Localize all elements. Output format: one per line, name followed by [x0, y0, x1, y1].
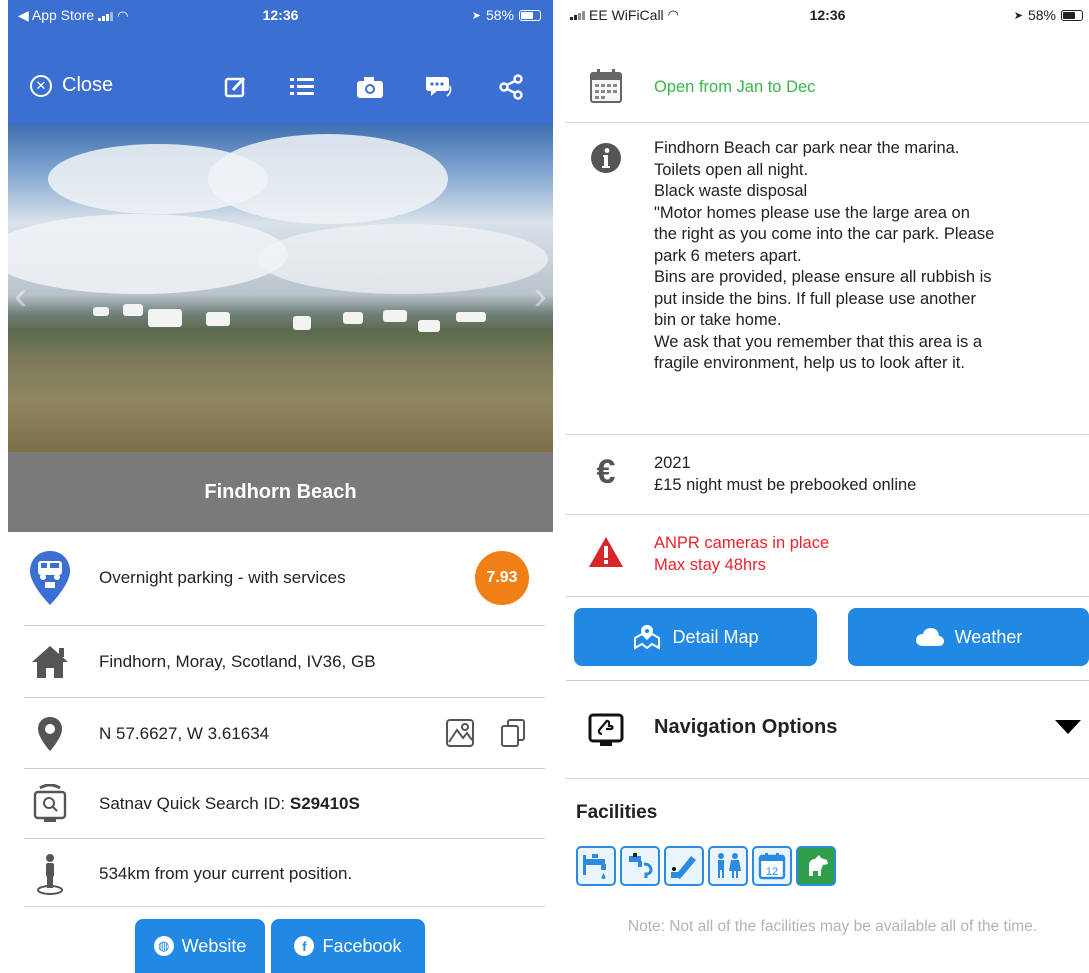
status-bar: EE WiFiCall ◠ 12:36 ➤ 58%	[566, 0, 1089, 30]
description-line: Toilets open all night.	[654, 160, 809, 179]
photo-carousel[interactable]: ‹ ›	[8, 124, 553, 452]
description-line: fragile environment, help us to look aft…	[654, 354, 965, 372]
description-line: put inside the bins. If full please use …	[654, 289, 976, 308]
location-arrow-icon: ➤	[471, 9, 481, 22]
close-button[interactable]: ✕ Close	[30, 74, 113, 97]
place-type: Overnight parking - with services	[99, 568, 346, 587]
camera-icon[interactable]	[355, 72, 385, 102]
navigation-device-icon	[584, 708, 628, 752]
map-pin-icon	[23, 712, 77, 756]
euro-icon: €	[596, 452, 616, 491]
weather-label: Weather	[954, 626, 1023, 647]
list-icon[interactable]	[287, 72, 317, 102]
description-line: "Motor homes please use the large area o…	[654, 203, 970, 222]
battery-percent: 58%	[1027, 7, 1056, 23]
person-standing-icon	[23, 852, 77, 896]
description-line: Findhorn Beach car park near the marina.	[654, 139, 960, 157]
comment-icon[interactable]	[423, 72, 453, 102]
calendar-icon: 12	[752, 846, 792, 886]
description-line: park 6 meters apart.	[654, 246, 802, 265]
copy-icon[interactable]	[499, 718, 527, 753]
rating-badge: 7.93	[475, 551, 529, 605]
drinking-water-icon	[620, 846, 660, 886]
warning-line-2: Max stay 48hrs	[654, 555, 766, 574]
price-year: 2021	[654, 454, 691, 472]
warning-line-1: ANPR cameras in place	[654, 534, 830, 552]
satnav-search-icon	[23, 782, 77, 826]
share-icon[interactable]	[496, 72, 526, 102]
satnav-label: Satnav Quick Search ID:	[99, 794, 290, 813]
website-button[interactable]: ◍ Website	[135, 919, 265, 973]
location-arrow-icon: ➤	[1013, 9, 1023, 22]
close-label: Close	[62, 74, 114, 96]
description-line: We ask that you remember that this area …	[654, 332, 983, 351]
cloud-icon	[915, 628, 944, 646]
distance: 534km from your current position.	[99, 864, 353, 883]
price-detail: £15 night must be prebooked online	[654, 475, 917, 494]
pets-icon	[796, 846, 836, 886]
description-line: bin or take home.	[654, 311, 782, 329]
opening-row: Open from Jan to Dec	[566, 56, 1089, 116]
price-row: € 2021 £15 night must be prebooked onlin…	[566, 440, 1089, 510]
status-bar: ◀ App Store ◠ 12:36 ➤ 58%	[8, 0, 553, 30]
status-time: 12:36	[809, 7, 846, 23]
description-text: Findhorn Beach car park near the marina.…	[654, 138, 1085, 375]
distance-row: 534km from your current position.	[23, 848, 545, 900]
globe-icon: ◍	[153, 936, 174, 956]
map-location-icon	[634, 625, 661, 650]
left-screen: ◀ App Store ◠ 12:36 ➤ 58% ✕ Close ‹ › Fi…	[8, 0, 553, 973]
warning-row: ANPR cameras in place Max stay 48hrs	[566, 520, 1089, 590]
facebook-icon: f	[294, 936, 315, 956]
previous-photo-arrow[interactable]: ‹	[14, 274, 27, 319]
description-line: Bins are provided, please ensure all rub…	[654, 268, 992, 286]
battery-icon	[1061, 9, 1083, 21]
toilets-icon	[708, 846, 748, 886]
warning-triangle-icon	[584, 530, 628, 574]
website-label: Website	[181, 935, 247, 956]
water-tap-icon	[576, 846, 616, 886]
close-icon: ✕	[30, 74, 52, 97]
navigation-options-title: Navigation Options	[654, 716, 838, 738]
waste-disposal-icon	[664, 846, 704, 886]
detail-map-label: Detail Map	[672, 626, 759, 647]
facilities-title: Facilities	[576, 802, 658, 823]
satnav-id: S29410S	[289, 794, 360, 813]
description-row: Findhorn Beach car park near the marina.…	[566, 130, 1089, 430]
chevron-down-icon	[1055, 720, 1081, 734]
battery-percent: 58%	[485, 7, 514, 23]
opening-period: Open from Jan to Dec	[654, 78, 816, 96]
calendar-icon	[584, 64, 628, 108]
next-photo-arrow[interactable]: ›	[534, 274, 547, 319]
price-text: 2021 £15 night must be prebooked online	[654, 453, 1085, 496]
address: Findhorn, Moray, Scotland, IV36, GB	[99, 652, 376, 671]
info-icon	[584, 136, 628, 180]
facebook-button[interactable]: f Facebook	[271, 919, 425, 973]
motorhome-marker-icon	[23, 551, 77, 605]
map-view-icon[interactable]	[445, 718, 475, 753]
place-title: Findhorn Beach	[8, 452, 553, 532]
coordinates: N 57.6627, W 3.61634	[99, 724, 270, 743]
weather-button[interactable]: Weather	[848, 608, 1089, 666]
facilities-note: Note: Not all of the facilities may be a…	[627, 918, 1038, 935]
battery-icon	[519, 9, 541, 21]
description-line: Black waste disposal	[654, 182, 808, 200]
top-toolbar: ✕ Close	[8, 30, 553, 124]
description-line: the right as you come into the car park.…	[654, 225, 995, 243]
home-icon	[23, 640, 77, 684]
coordinates-row: N 57.6627, W 3.61634	[23, 708, 545, 760]
facilities-icons: 12	[576, 846, 836, 886]
satnav-row: Satnav Quick Search ID: S29410S	[23, 778, 545, 830]
edit-icon[interactable]	[221, 72, 251, 102]
svg-text:12: 12	[766, 866, 778, 878]
warning-text: ANPR cameras in place Max stay 48hrs	[654, 533, 1085, 576]
address-row: Findhorn, Moray, Scotland, IV36, GB	[23, 636, 545, 688]
right-screen: EE WiFiCall ◠ 12:36 ➤ 58% Open from Jan …	[566, 0, 1089, 973]
facebook-label: Facebook	[322, 935, 402, 956]
detail-map-button[interactable]: Detail Map	[574, 608, 817, 666]
place-type-row: Overnight parking - with services 7.93	[23, 548, 545, 608]
